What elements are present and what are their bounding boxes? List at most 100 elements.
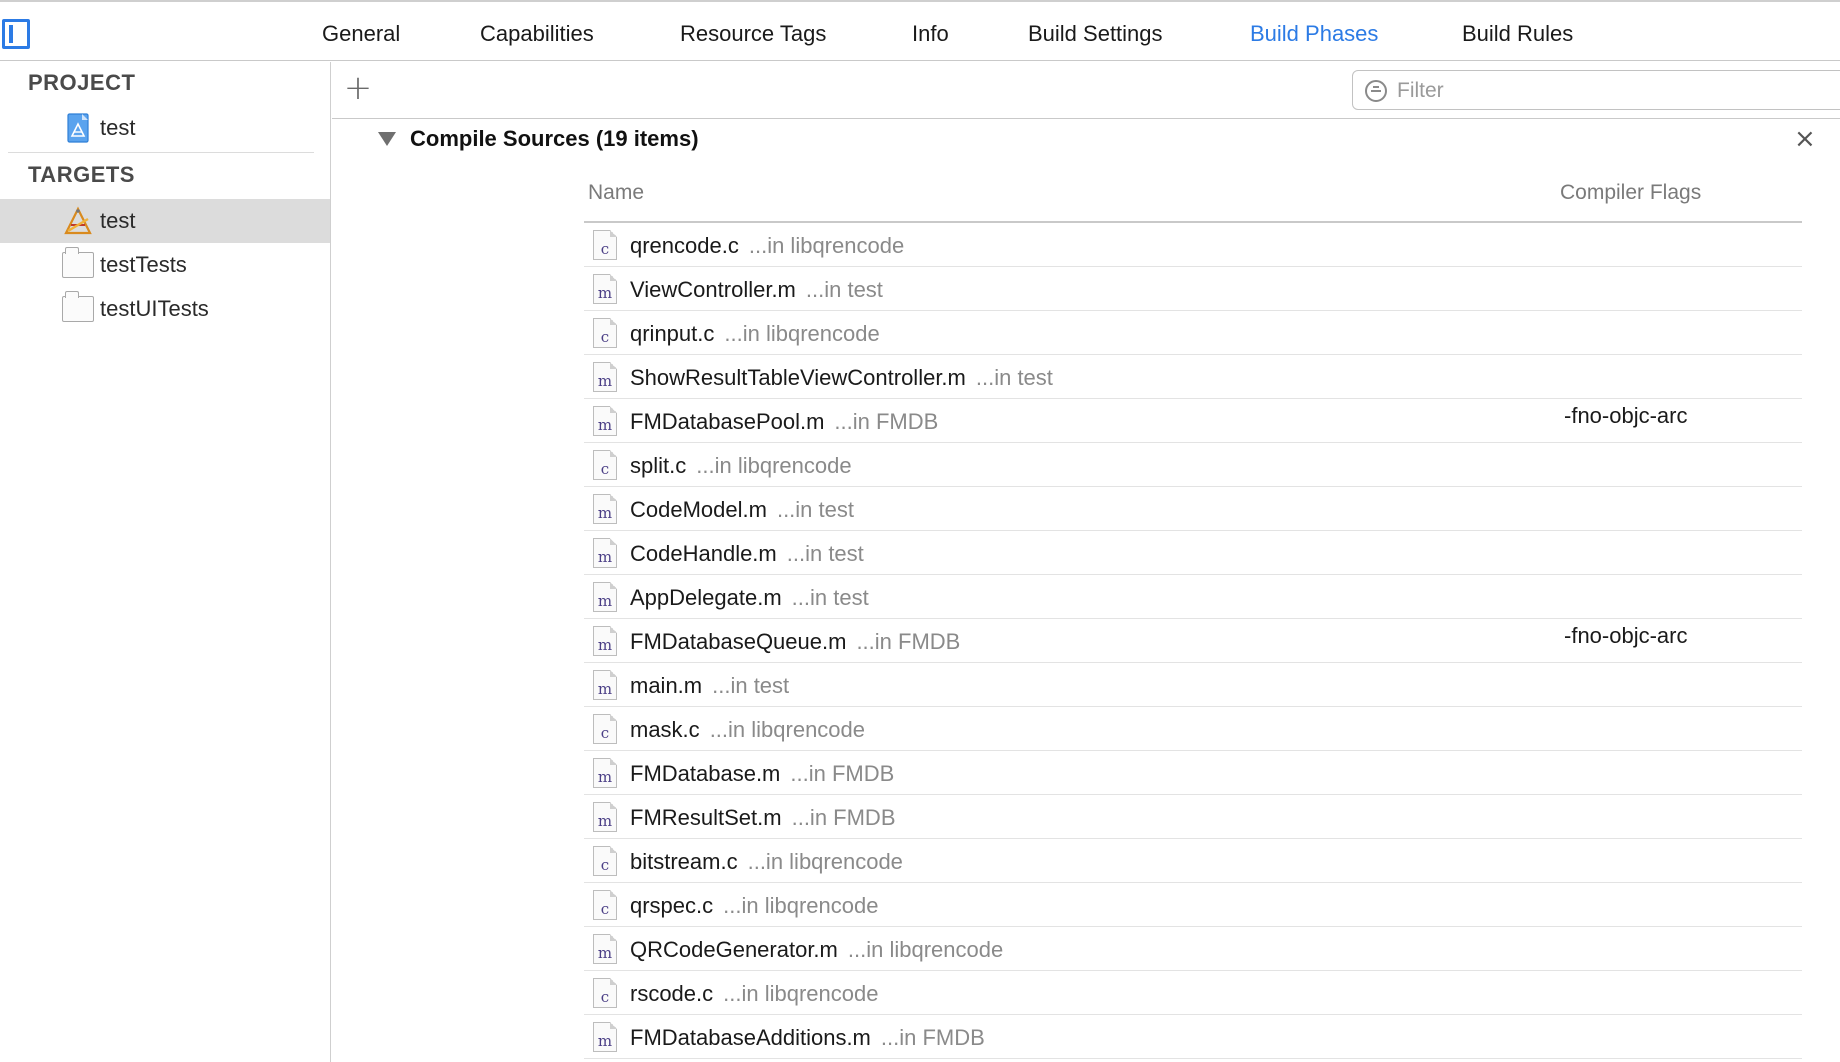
file-location: ...in libqrencode xyxy=(847,937,1004,962)
table-row[interactable]: m ViewController.m ...in test xyxy=(584,267,1802,311)
file-name-cell: AppDelegate.m ...in test xyxy=(630,585,869,611)
file-name: FMResultSet.m xyxy=(630,805,782,830)
file-name: CodeModel.m xyxy=(630,497,767,522)
c-source-file-icon: c xyxy=(593,846,617,876)
file-location: ...in libqrencode xyxy=(747,849,903,874)
app-target-icon xyxy=(64,206,92,235)
tab-info[interactable]: Info xyxy=(912,21,949,47)
file-location: ...in FMDB xyxy=(790,761,895,786)
delete-phase-button[interactable]: × xyxy=(1794,124,1816,154)
file-name: FMDatabaseAdditions.m xyxy=(630,1025,871,1050)
target-label: testTests xyxy=(100,252,187,277)
file-name-cell: FMDatabaseQueue.m ...in FMDB xyxy=(630,629,960,655)
table-row[interactable]: m FMDatabase.m ...in FMDB xyxy=(584,751,1802,795)
file-name-cell: split.c ...in libqrencode xyxy=(630,453,852,479)
table-row[interactable]: m ShowResultTableViewController.m ...in te… xyxy=(584,355,1802,399)
file-type-glyph: c xyxy=(600,460,610,478)
file-location: ...in FMDB xyxy=(856,629,961,654)
file-type-glyph: c xyxy=(600,328,610,346)
table-row[interactable]: c qrencode.c ...in libqrencode xyxy=(584,223,1802,267)
project-target-navigator: PROJECT test TARGETS test testTests test… xyxy=(0,62,331,1062)
objc-source-file-icon: m xyxy=(593,626,617,656)
filter-field[interactable] xyxy=(1352,70,1840,110)
table-row[interactable]: c qrinput.c ...in libqrencode xyxy=(584,311,1802,355)
file-location: ...in libqrencode xyxy=(723,981,879,1006)
file-location: ...in test xyxy=(975,365,1053,390)
table-row[interactable]: m FMDatabaseAdditions.m ...in FMDB xyxy=(584,1015,1802,1059)
file-name-cell: ShowResultTableViewController.m ...in tes… xyxy=(630,365,1053,391)
target-label: testUITests xyxy=(100,296,209,321)
navigator-divider xyxy=(8,152,314,153)
compiler-flags-cell[interactable]: -fno-objc-arc xyxy=(1564,403,1687,429)
file-location: ...in libqrencode xyxy=(723,893,879,918)
objc-source-file-icon: m xyxy=(593,582,617,612)
table-row[interactable]: c mask.c ...in libqrencode xyxy=(584,707,1802,751)
build-phases-toolbar: + xyxy=(332,62,1840,119)
file-name-cell: bitstream.c ...in libqrencode xyxy=(630,849,903,875)
folder-icon xyxy=(62,247,94,278)
table-row[interactable]: c split.c ...in libqrencode xyxy=(584,443,1802,487)
column-header-compiler-flags[interactable]: Compiler Flags xyxy=(1560,181,1701,205)
file-name-cell: CodeModel.m ...in test xyxy=(630,497,854,523)
file-type-glyph: m xyxy=(597,768,613,786)
file-name-cell: FMDatabasePool.m ...in FMDB xyxy=(630,409,938,435)
target-item-testtests[interactable]: testTests xyxy=(0,243,330,287)
file-type-glyph: c xyxy=(600,240,610,258)
project-file-icon xyxy=(67,113,89,143)
tab-general[interactable]: General xyxy=(322,21,400,47)
disclosure-triangle-icon[interactable] xyxy=(378,132,396,146)
objc-source-file-icon: m xyxy=(593,274,617,304)
target-item-test[interactable]: test xyxy=(0,199,330,243)
targets-heading: TARGETS xyxy=(28,162,135,187)
table-row[interactable]: c rscode.c ...in libqrencode xyxy=(584,971,1802,1015)
table-row[interactable]: m FMDatabaseQueue.m ...in FMDB -fno-objc-ar… xyxy=(584,619,1802,663)
objc-source-file-icon: m xyxy=(593,406,617,436)
file-name-cell: rscode.c ...in libqrencode xyxy=(630,981,878,1007)
table-row[interactable]: c bitstream.c ...in libqrencode xyxy=(584,839,1802,883)
file-location: ...in FMDB xyxy=(880,1025,985,1050)
table-row[interactable]: c qrspec.c ...in libqrencode xyxy=(584,883,1802,927)
objc-source-file-icon: m xyxy=(593,494,617,524)
tab-capabilities[interactable]: Capabilities xyxy=(480,21,594,47)
project-item[interactable]: test xyxy=(0,106,330,150)
tab-build-settings[interactable]: Build Settings xyxy=(1028,21,1163,47)
filter-icon xyxy=(1365,80,1387,102)
file-name-cell: FMResultSet.m ...in FMDB xyxy=(630,805,896,831)
table-row[interactable]: m main.m ...in test xyxy=(584,663,1802,707)
tab-build-rules[interactable]: Build Rules xyxy=(1462,21,1573,47)
file-location: ...in libqrencode xyxy=(709,717,866,742)
table-row[interactable]: m CodeHandle.m ...in test xyxy=(584,531,1802,575)
add-build-phase-button[interactable]: + xyxy=(342,71,374,106)
objc-source-file-icon: m xyxy=(593,934,617,964)
sidebar-toggle-icon[interactable] xyxy=(2,19,30,49)
file-type-glyph: c xyxy=(600,724,610,742)
compiler-flags-cell[interactable]: -fno-objc-arc xyxy=(1564,623,1687,649)
table-row[interactable]: m QRCodeGenerator.m ...in libqrencode xyxy=(584,927,1802,971)
c-source-file-icon: c xyxy=(593,450,617,480)
file-type-glyph: m xyxy=(597,812,613,830)
file-name-cell: ViewController.m ...in test xyxy=(630,277,883,303)
table-row[interactable]: m AppDelegate.m ...in test xyxy=(584,575,1802,619)
table-row[interactable]: m FMResultSet.m ...in FMDB xyxy=(584,795,1802,839)
objc-source-file-icon: m xyxy=(593,1022,617,1052)
file-location: ...in test xyxy=(786,541,864,566)
file-name: FMDatabaseQueue.m xyxy=(630,629,847,654)
file-name-cell: CodeHandle.m ...in test xyxy=(630,541,864,567)
project-name: test xyxy=(100,115,136,140)
project-heading: PROJECT xyxy=(28,70,136,95)
tab-build-phases[interactable]: Build Phases xyxy=(1250,21,1378,47)
file-name: ShowResultTableViewController.m xyxy=(630,365,966,390)
file-type-glyph: m xyxy=(597,1032,613,1050)
file-type-glyph: m xyxy=(597,504,613,522)
table-row[interactable]: m CodeModel.m ...in test xyxy=(584,487,1802,531)
c-source-file-icon: c xyxy=(593,978,617,1008)
target-label: test xyxy=(100,208,136,233)
compile-sources-table: Name Compiler Flags c qrencode.c ...in lib… xyxy=(584,170,1802,1059)
file-name: ViewController.m xyxy=(630,277,796,302)
folder-icon xyxy=(62,291,94,322)
tab-resource-tags[interactable]: Resource Tags xyxy=(680,21,826,47)
column-header-name[interactable]: Name xyxy=(588,181,644,205)
table-row[interactable]: m FMDatabasePool.m ...in FMDB -fno-objc-arc xyxy=(584,399,1802,443)
target-item-testuitests[interactable]: testUITests xyxy=(0,287,330,331)
filter-input[interactable] xyxy=(1397,77,1837,105)
